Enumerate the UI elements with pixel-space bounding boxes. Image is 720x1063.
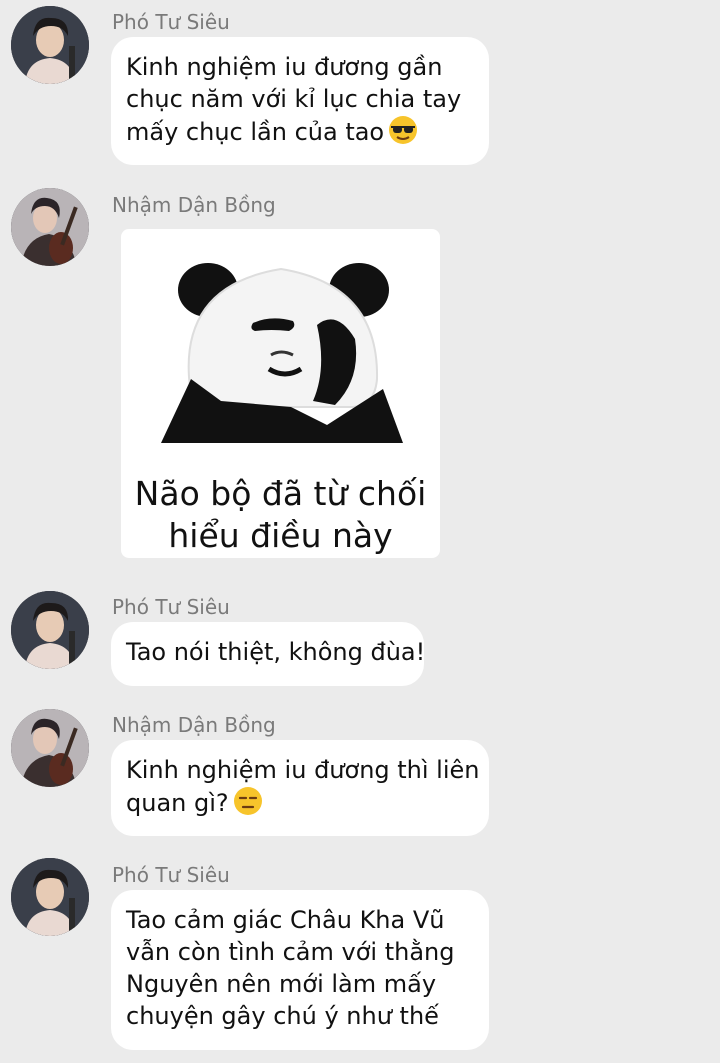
message-text-line: Tao nói thiệt, không đùa! bbox=[126, 638, 426, 666]
avatar[interactable] bbox=[11, 709, 89, 787]
message-bubble[interactable]: Tao nói thiệt, không đùa! bbox=[111, 622, 426, 686]
sticker-caption-line: Não bộ đã từ chối bbox=[134, 474, 427, 513]
avatar-pho-tu-sieu-image bbox=[11, 858, 89, 936]
avatar[interactable] bbox=[11, 858, 89, 936]
message-text-line: Kinh nghiệm iu đương gần bbox=[126, 53, 443, 81]
sticker-caption-line: hiểu điều này bbox=[168, 516, 393, 555]
message-text-line: quan gì? bbox=[126, 789, 229, 817]
sender-name: Phó Tư Siêu bbox=[112, 595, 230, 619]
sender-name: Phó Tư Siêu bbox=[112, 10, 230, 34]
message-text-line: chục năm với kỉ lục chia tay bbox=[126, 85, 462, 113]
avatar-pho-tu-sieu-image bbox=[11, 6, 89, 84]
message-text-line: Kinh nghiệm iu đương thì liên bbox=[126, 756, 480, 784]
sender-name: Nhậm Dận Bồng bbox=[112, 713, 276, 737]
message-text-line: chuyện gây chú ý như thế bbox=[126, 1002, 439, 1030]
sender-name: Nhậm Dận Bồng bbox=[112, 193, 276, 217]
avatar[interactable] bbox=[11, 591, 89, 669]
avatar[interactable] bbox=[11, 6, 89, 84]
avatar-pho-tu-sieu-image bbox=[11, 591, 89, 669]
panda-meme-sticker-icon bbox=[161, 263, 403, 443]
avatar-nham-dan-bong-image bbox=[11, 188, 89, 266]
avatar[interactable] bbox=[11, 188, 89, 266]
avatar-nham-dan-bong-image bbox=[11, 709, 89, 787]
message-text-row: quan gì? bbox=[126, 786, 473, 819]
message-text-line: mấy chục lần của tao bbox=[126, 118, 385, 146]
sticker-caption: Não bộ đã từ chối hiểu điều này bbox=[121, 473, 440, 557]
message-text-line: vẫn còn tình cảm với thằng bbox=[126, 938, 455, 966]
message-bubble[interactable]: Tao cảm giác Châu Kha Vũ vẫn còn tình cả… bbox=[111, 890, 489, 1050]
message-text-row: mấy chục lần của tao bbox=[126, 115, 473, 148]
message-bubble[interactable]: Kinh nghiệm iu đương gần chục năm với kỉ… bbox=[111, 37, 489, 165]
expressionless-emoji-icon bbox=[233, 787, 262, 815]
sticker-message[interactable]: Não bộ đã từ chối hiểu điều này bbox=[121, 229, 440, 558]
message-text-line: Tao cảm giác Châu Kha Vũ bbox=[126, 906, 445, 934]
message-bubble[interactable]: Kinh nghiệm iu đương thì liên quan gì? bbox=[111, 740, 489, 836]
sunglasses-emoji-icon bbox=[389, 116, 418, 144]
message-text-line: Nguyên nên mới làm mấy bbox=[126, 970, 437, 998]
sender-name: Phó Tư Siêu bbox=[112, 863, 230, 887]
